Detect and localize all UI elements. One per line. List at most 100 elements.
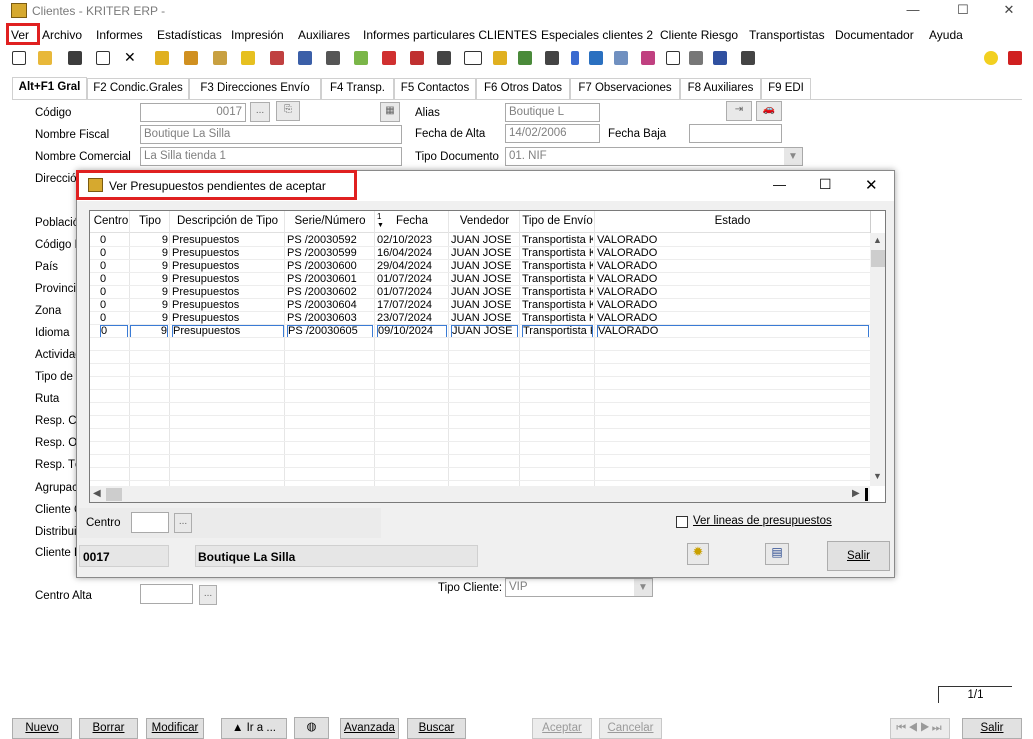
clip-icon[interactable]	[571, 51, 579, 65]
horizontal-scroll-thumb[interactable]	[106, 488, 122, 501]
dialog-salir-button[interactable]: Salir	[827, 541, 890, 571]
chart-icon[interactable]	[270, 51, 284, 65]
new-doc-icon[interactable]	[12, 51, 26, 65]
fecha-baja-field[interactable]	[689, 124, 782, 143]
tab-condic-grales[interactable]: F2 Condic.Grales	[87, 78, 189, 99]
avanzada-button[interactable]: Avanzada	[340, 718, 399, 739]
col-centro[interactable]: Centro	[92, 215, 130, 227]
menu-documentador[interactable]: Documentador	[835, 28, 914, 42]
dialog-centro-field[interactable]	[131, 512, 169, 533]
tag-icon[interactable]	[354, 51, 368, 65]
ir-a-button[interactable]: ▲ Ir a ...	[221, 718, 287, 739]
menu-especiales-clientes[interactable]: Especiales clientes 2	[541, 28, 653, 42]
dollar-icon[interactable]	[241, 51, 255, 65]
paperclip-icon[interactable]	[689, 51, 703, 65]
trophy-icon[interactable]	[184, 51, 198, 65]
open-folder-icon[interactable]	[38, 51, 52, 65]
wand-icon[interactable]	[298, 51, 312, 65]
dialog-centro-lookup-button[interactable]: ...	[174, 513, 192, 533]
tab-edi[interactable]: F9 EDI	[761, 78, 811, 99]
minimize-button[interactable]: —	[893, 2, 933, 20]
codigo-lookup-button[interactable]: ...	[250, 102, 270, 122]
tipo-documento-select[interactable]: 01. NIF	[505, 147, 803, 166]
tipo-cliente-chevron-icon[interactable]: ▼	[634, 579, 652, 596]
tipo-cliente-select[interactable]: VIP	[505, 578, 653, 597]
buscar-button[interactable]: Buscar	[407, 718, 466, 739]
help-icon[interactable]	[1008, 51, 1022, 65]
record-nav-buttons[interactable]: ⏮◀▶⏭	[890, 718, 950, 739]
bulb-icon[interactable]	[984, 51, 998, 65]
bar-chart-icon[interactable]	[382, 51, 396, 65]
delete-icon[interactable]: ✕	[124, 50, 138, 64]
nombre-fiscal-field[interactable]: Boutique La Silla	[140, 125, 402, 144]
close-button[interactable]: ✕	[989, 2, 1029, 20]
modificar-button[interactable]: Modificar	[146, 718, 204, 739]
tab-observaciones[interactable]: F7 Observaciones	[570, 78, 680, 99]
label-icon[interactable]	[641, 51, 655, 65]
table-icon[interactable]	[437, 51, 451, 65]
dialog-bulb-icon[interactable]: ✹	[687, 543, 709, 565]
chevron-down-icon[interactable]: ▼	[784, 148, 802, 165]
menu-estadisticas[interactable]: Estadísticas	[157, 28, 222, 42]
grid-icon[interactable]	[713, 51, 727, 65]
tab-auxiliares[interactable]: F8 Auxiliares	[680, 78, 761, 99]
organigram-icon[interactable]	[741, 51, 755, 65]
horizontal-scrollbar[interactable]: ◀ ▶	[90, 486, 870, 502]
dialog-maximize-button[interactable]: ☐	[819, 176, 832, 193]
doc-list-icon[interactable]	[589, 51, 603, 65]
scroll-up-icon[interactable]: ▲	[873, 235, 882, 245]
tree-icon[interactable]	[155, 51, 169, 65]
tab-contactos[interactable]: F5 Contactos	[394, 78, 476, 99]
alias-field[interactable]: Boutique L	[505, 103, 600, 122]
aceptar-button[interactable]: Aceptar	[532, 718, 592, 739]
scroll-right-icon[interactable]: ▶	[852, 488, 860, 499]
tree2-icon[interactable]	[518, 51, 532, 65]
menu-informes[interactable]: Informes	[96, 28, 143, 42]
transfer-icon[interactable]	[493, 51, 507, 65]
centro-alta-field[interactable]	[140, 584, 193, 604]
menu-cliente-riesgo[interactable]: Cliente Riesgo	[660, 28, 738, 42]
ver-lineas-checkbox[interactable]	[676, 516, 688, 528]
tab-transp[interactable]: F4 Transp.	[321, 78, 394, 99]
tab-general[interactable]: Alt+F1 Gral	[12, 77, 87, 99]
page-icon[interactable]	[666, 51, 680, 65]
calendar-button[interactable]: ▦	[380, 102, 400, 122]
col-serie-numero[interactable]: Serie/Número	[285, 215, 375, 227]
salir-button[interactable]: Salir	[962, 718, 1022, 739]
col-estado[interactable]: Estado	[595, 215, 870, 227]
col-descripcion-tipo[interactable]: Descripción de Tipo	[170, 215, 285, 227]
numeric-icon[interactable]	[464, 51, 482, 65]
edit-icon[interactable]	[96, 51, 110, 65]
tools-icon[interactable]	[213, 51, 227, 65]
presupuestos-grid[interactable]: Centro Tipo Descripción de Tipo Serie/Nú…	[89, 210, 886, 503]
col-tipo-envio[interactable]: Tipo de Envío	[520, 215, 595, 227]
maximize-button[interactable]: ☐	[943, 2, 983, 20]
menu-informes-particulares[interactable]: Informes particulares CLIENTES	[363, 28, 537, 42]
tab-otros-datos[interactable]: F6 Otros Datos	[476, 78, 570, 99]
calculator-icon[interactable]	[326, 51, 340, 65]
copy-icon[interactable]: ⎘	[276, 101, 300, 121]
scroll-left-icon[interactable]: ◀	[93, 488, 101, 499]
dialog-close-button[interactable]: ✕	[865, 176, 878, 194]
menu-impresion[interactable]: Impresión	[231, 28, 284, 42]
menu-transportistas[interactable]: Transportistas	[749, 28, 825, 42]
briefcase-icon[interactable]	[410, 51, 424, 65]
nombre-comercial-field[interactable]: La Silla tienda 1	[140, 147, 402, 166]
fecha-alta-field[interactable]: 14/02/2006	[505, 124, 600, 143]
menu-auxiliares[interactable]: Auxiliares	[298, 28, 350, 42]
ver-lineas-label[interactable]: Ver lineas de presupuestos	[693, 515, 832, 527]
calendar-icon[interactable]	[614, 51, 628, 65]
cancelar-button[interactable]: Cancelar	[599, 718, 662, 739]
col-vendedor[interactable]: Vendedor	[449, 215, 520, 227]
dialog-print-icon[interactable]: ▤	[765, 543, 789, 565]
col-tipo[interactable]: Tipo	[130, 215, 170, 227]
col-fecha[interactable]: Fecha	[375, 215, 449, 227]
vertical-scrollbar[interactable]: ▲ ▼	[870, 233, 885, 486]
menu-archivo[interactable]: Archivo	[42, 28, 82, 42]
centro-alta-lookup-button[interactable]: ...	[199, 585, 217, 605]
save-icon[interactable]	[68, 51, 82, 65]
borrar-button[interactable]: Borrar	[79, 718, 138, 739]
link-icon[interactable]	[545, 51, 559, 65]
globe-icon[interactable]: ◍	[294, 717, 329, 739]
export-icon[interactable]: ⇥	[726, 101, 752, 121]
